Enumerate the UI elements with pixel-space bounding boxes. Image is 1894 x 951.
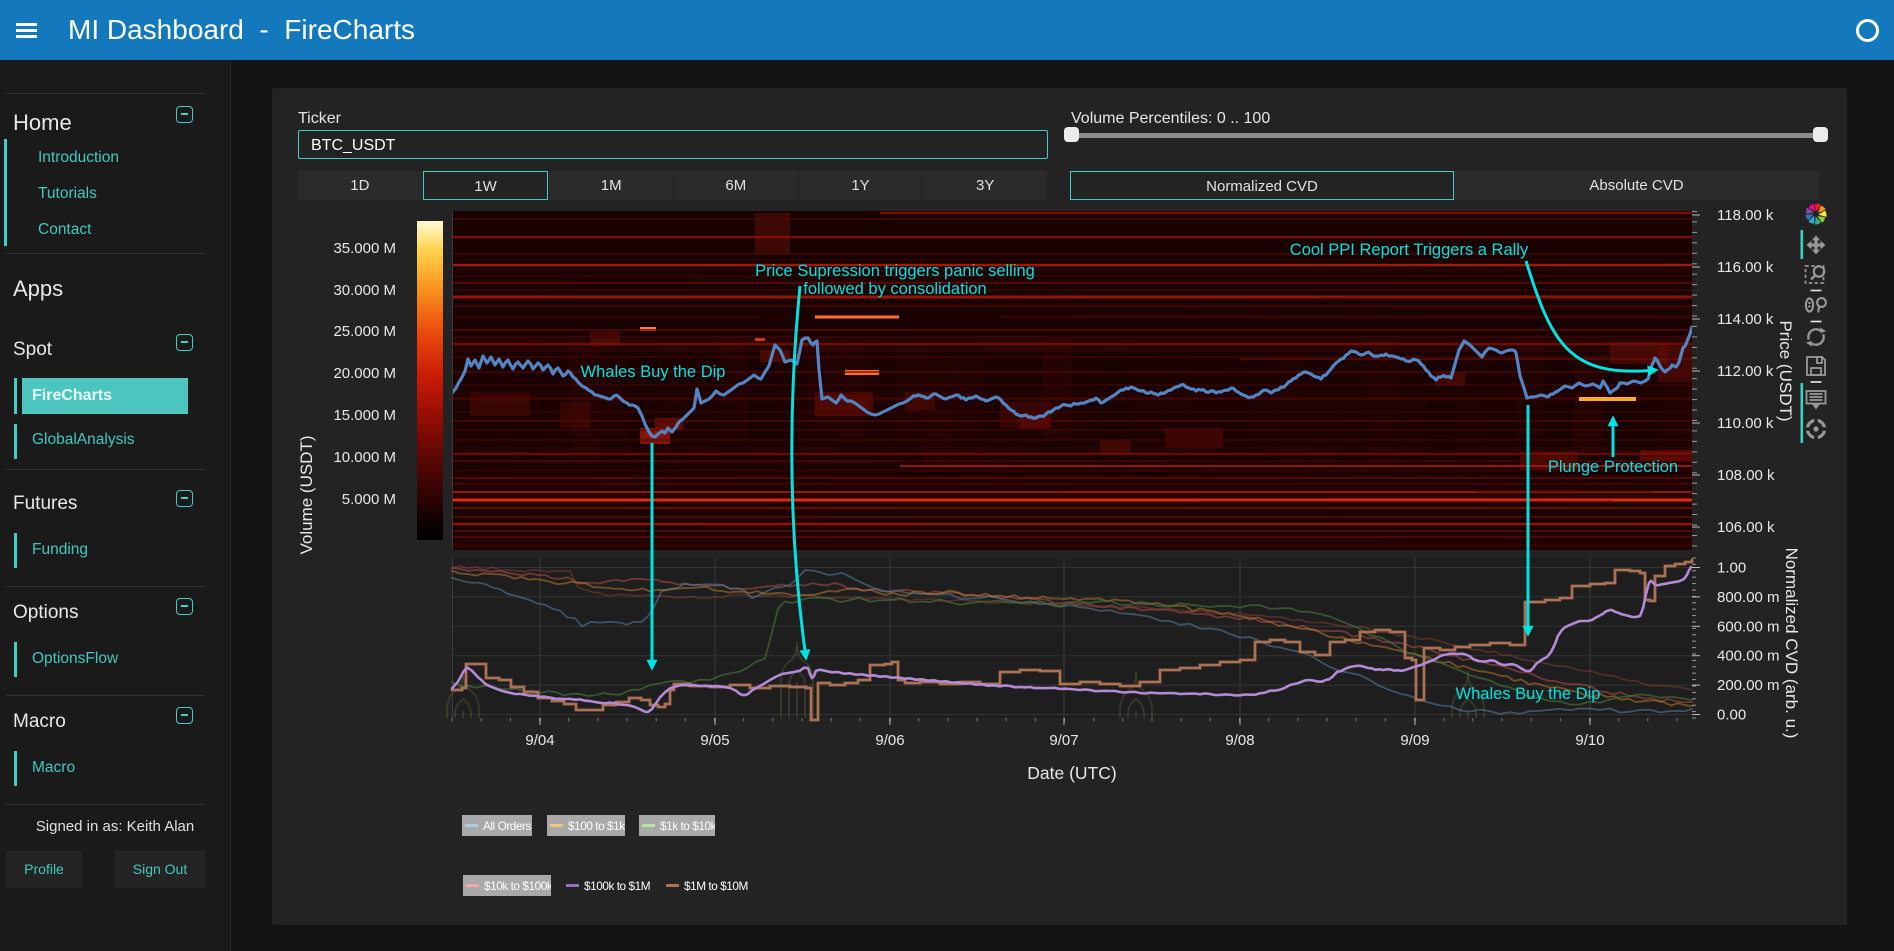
svg-text:0.00: 0.00 bbox=[1717, 707, 1746, 724]
svg-text:200.00 m: 200.00 m bbox=[1717, 677, 1780, 694]
svg-text:10.000 M: 10.000 M bbox=[333, 449, 396, 466]
svg-text:Volume (USDT): Volume (USDT) bbox=[297, 435, 316, 554]
svg-text:110.00 k: 110.00 k bbox=[1717, 415, 1774, 432]
svg-text:9/09: 9/09 bbox=[1400, 732, 1429, 749]
svg-text:35.000 M: 35.000 M bbox=[333, 240, 396, 257]
svg-text:Plunge Protection: Plunge Protection bbox=[1548, 458, 1678, 476]
svg-text:Whales Buy the Dip: Whales Buy the Dip bbox=[1456, 685, 1601, 703]
svg-text:Whales Buy the Dip: Whales Buy the Dip bbox=[581, 363, 726, 381]
svg-text:106.00 k: 106.00 k bbox=[1717, 519, 1775, 536]
svg-text:20.000 M: 20.000 M bbox=[333, 365, 396, 382]
svg-text:Cool PPI Report Triggers a Ral: Cool PPI Report Triggers a Rally bbox=[1290, 241, 1529, 259]
svg-text:9/06: 9/06 bbox=[875, 732, 904, 749]
svg-text:30.000 M: 30.000 M bbox=[333, 282, 396, 299]
svg-text:Price (USDT): Price (USDT) bbox=[1776, 320, 1795, 421]
svg-text:Price Supression triggers pani: Price Supression triggers panic selling bbox=[755, 262, 1035, 280]
svg-text:5.000 M: 5.000 M bbox=[342, 491, 396, 508]
svg-text:116.00 k: 116.00 k bbox=[1717, 259, 1774, 276]
svg-text:9/10: 9/10 bbox=[1575, 732, 1604, 749]
svg-text:108.00 k: 108.00 k bbox=[1717, 467, 1775, 484]
svg-text:25.000 M: 25.000 M bbox=[333, 323, 396, 340]
svg-text:9/05: 9/05 bbox=[700, 732, 729, 749]
svg-text:15.000 M: 15.000 M bbox=[333, 407, 396, 424]
svg-text:118.00 k: 118.00 k bbox=[1717, 207, 1774, 224]
svg-text:Normalized CVD (arb. u.): Normalized CVD (arb. u.) bbox=[1782, 548, 1801, 739]
svg-text:Date (UTC): Date (UTC) bbox=[1027, 763, 1116, 783]
svg-text:800.00 m: 800.00 m bbox=[1717, 589, 1780, 606]
svg-text:followed by consolidation: followed by consolidation bbox=[803, 280, 986, 298]
svg-text:9/04: 9/04 bbox=[525, 732, 554, 749]
svg-text:600.00 m: 600.00 m bbox=[1717, 618, 1780, 635]
svg-text:1.00: 1.00 bbox=[1717, 560, 1746, 577]
svg-text:9/07: 9/07 bbox=[1049, 732, 1078, 749]
svg-text:400.00 m: 400.00 m bbox=[1717, 648, 1780, 665]
svg-text:112.00 k: 112.00 k bbox=[1717, 363, 1774, 380]
svg-text:9/08: 9/08 bbox=[1225, 732, 1254, 749]
svg-text:114.00 k: 114.00 k bbox=[1717, 311, 1774, 328]
